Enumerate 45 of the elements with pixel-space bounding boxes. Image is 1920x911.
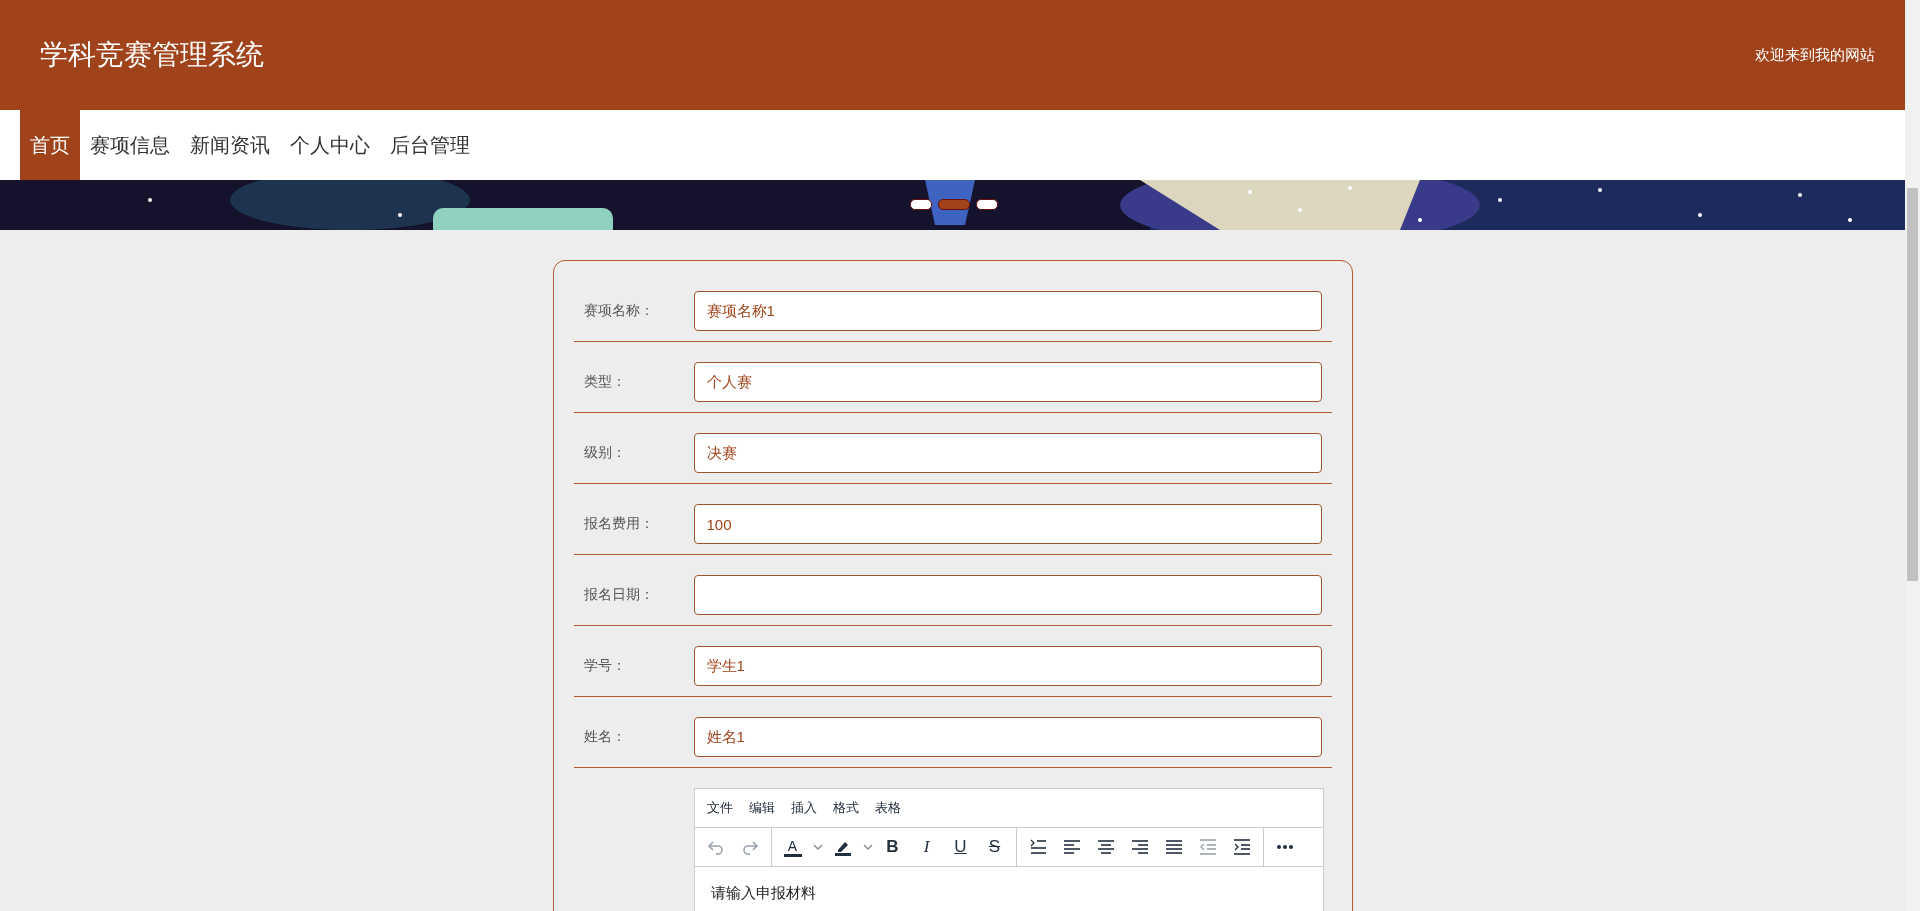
- editor-menu-item[interactable]: 格式: [826, 797, 865, 819]
- more-icon: [1275, 844, 1294, 850]
- italic-button[interactable]: I: [909, 832, 944, 862]
- chevron-down-icon: [862, 844, 873, 850]
- editor-menu-item[interactable]: 插入: [784, 797, 823, 819]
- input-field[interactable]: 姓名1: [693, 717, 1322, 757]
- field-label: 报名费用：: [582, 515, 655, 533]
- field-label: 赛项名称：: [582, 302, 655, 320]
- line-height-icon: [1028, 838, 1047, 856]
- input-field[interactable]: 决赛: [693, 433, 1322, 473]
- site-title: 学科竞赛管理系统: [40, 38, 264, 72]
- field-label: 类型：: [582, 373, 627, 391]
- input-field[interactable]: 学生1: [693, 646, 1322, 686]
- input-field[interactable]: 赛项名称1: [693, 291, 1322, 331]
- outdent-icon: [1198, 838, 1217, 856]
- scrollbar[interactable]: [1905, 0, 1920, 911]
- editor-menu-item[interactable]: 表格: [868, 797, 907, 819]
- input-field[interactable]: [693, 575, 1322, 615]
- welcome-text: 欢迎来到我的网站: [1755, 45, 1875, 65]
- scrollbar-thumb[interactable]: [1907, 188, 1918, 581]
- nav-tab[interactable]: 新闻资讯: [180, 110, 280, 180]
- align-center-icon: [1096, 838, 1115, 856]
- indent-icon: [1232, 838, 1251, 856]
- nav-tab[interactable]: 首页: [20, 110, 80, 180]
- nav-tab[interactable]: 赛项信息: [80, 110, 180, 180]
- align-right-icon: [1130, 838, 1149, 856]
- field-label: 姓名：: [582, 728, 627, 746]
- undo-icon: [706, 838, 725, 856]
- strike-button[interactable]: S: [977, 832, 1012, 862]
- field-label: 学号：: [582, 657, 627, 675]
- bold-button[interactable]: B: [875, 832, 910, 862]
- input-field[interactable]: 100: [693, 504, 1322, 544]
- underline-button[interactable]: U: [943, 832, 978, 862]
- field-label: 级别：: [582, 444, 627, 462]
- nav-tab[interactable]: 后台管理: [380, 110, 480, 180]
- justify-icon: [1164, 838, 1183, 856]
- chevron-down-icon: [812, 844, 823, 850]
- input-field[interactable]: 个人赛: [693, 362, 1322, 402]
- field-label: 报名日期：: [582, 586, 655, 604]
- editor-menu-item[interactable]: 文件: [700, 797, 739, 819]
- editor-menu-item[interactable]: 编辑: [742, 797, 781, 819]
- redo-icon: [740, 838, 759, 856]
- align-left-icon: [1062, 838, 1081, 856]
- text-color-button[interactable]: A: [775, 832, 810, 862]
- nav-tab[interactable]: 个人中心: [280, 110, 380, 180]
